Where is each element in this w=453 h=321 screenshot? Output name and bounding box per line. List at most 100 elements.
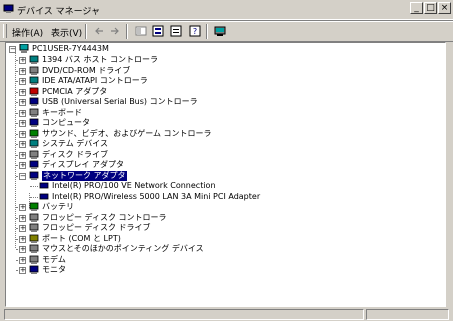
network-adapter-item[interactable]: Intel(R) PRO/100 VE Network Connection [6, 181, 436, 191]
tree-item[interactable]: − ネットワーク アダプタ [6, 170, 436, 181]
tree-item[interactable]: + IDE ATA/ATAPI コントローラ [6, 76, 436, 86]
device-tree[interactable]: − PC1USER-7Y4443M +1394 バス ホスト コントローラ + DV… [5, 42, 446, 307]
svg-text:?: ? [193, 27, 197, 36]
help-icon[interactable]: ? [189, 25, 201, 37]
expand-toggle[interactable]: + [19, 162, 26, 169]
expand-toggle[interactable]: + [19, 204, 26, 211]
expand-toggle[interactable]: + [19, 141, 26, 148]
expand-toggle[interactable]: + [19, 88, 26, 96]
tree-item[interactable]: + ディスク ドライブ [6, 150, 436, 160]
ieee1394-icon [29, 55, 39, 64]
menu-action[interactable]: 操作(A) [12, 26, 43, 39]
menu-view[interactable]: 表示(V) [51, 26, 82, 39]
tree-item[interactable]: + ポート (COM と LPT) [6, 234, 436, 244]
tree-item-label: モニタ [42, 265, 66, 274]
expand-toggle[interactable]: + [19, 57, 26, 64]
details-icon[interactable] [152, 25, 164, 37]
tree-item[interactable]: + DVD/CD-ROM ドライブ [6, 66, 436, 76]
network-adapter-icon [29, 171, 39, 180]
expand-toggle[interactable]: + [19, 130, 26, 138]
collapse-toggle[interactable]: − [19, 172, 26, 180]
scan-icon[interactable] [214, 25, 226, 37]
sound-icon [29, 129, 39, 138]
tree-item[interactable]: + ディスプレイ アダプタ [6, 160, 436, 170]
tree-item-label: DVD/CD-ROM ドライブ [42, 65, 131, 75]
floppy-controller-icon [29, 213, 39, 222]
tree-item-label: サウンド、ビデオ、およびゲーム コントローラ [42, 128, 212, 138]
keyboard-icon [29, 108, 39, 117]
tree-item[interactable]: + USB (Universal Serial Bus) コントローラ [6, 97, 436, 107]
tree-item-label: IDE ATA/ATAPI コントローラ [42, 76, 148, 85]
tree-item-label: PCMCIA アダプタ [42, 86, 108, 96]
computer-icon [29, 118, 39, 127]
close-button[interactable]: × [438, 2, 451, 14]
back-icon[interactable] [93, 25, 105, 37]
tree-item[interactable]: + マウスとそのほかのポインティング デバイス [6, 244, 436, 254]
tree-item[interactable]: + システム デバイス [6, 139, 436, 149]
floppy-drive-icon [29, 223, 39, 232]
tree-item[interactable]: + キーボード [6, 108, 436, 118]
network-card-icon [39, 193, 49, 199]
tree-item[interactable]: + コンピュータ [6, 118, 436, 128]
forward-icon[interactable] [109, 25, 121, 37]
expand-toggle[interactable]: + [19, 99, 26, 106]
tree-item[interactable]: + PCMCIA アダプタ [6, 87, 436, 97]
expand-toggle[interactable]: + [19, 78, 26, 85]
expand-toggle[interactable]: + [19, 151, 26, 159]
tree-item-label: キーボード [42, 107, 82, 117]
tree-item-label: コンピュータ [42, 118, 90, 127]
expand-toggle[interactable]: + [19, 225, 26, 232]
device-manager-icon [3, 4, 14, 13]
tree-item-label: マウスとそのほかのポインティング デバイス [42, 244, 204, 253]
tree-root-label: PC1USER-7Y4443M [32, 44, 109, 53]
tree-line [30, 196, 38, 198]
tree-root[interactable]: − PC1USER-7Y4443M [6, 44, 436, 54]
tree-item-label: フロッピー ディスク コントローラ [42, 212, 167, 222]
tree-item[interactable]: + モニタ [6, 265, 436, 275]
expand-toggle[interactable]: + [19, 120, 26, 127]
tree-item[interactable]: +1394 バス ホスト コントローラ [6, 55, 436, 65]
tree-item-label: USB (Universal Serial Bus) コントローラ [42, 97, 198, 106]
expand-toggle[interactable]: + [19, 235, 26, 243]
collapse-toggle[interactable]: − [9, 46, 16, 53]
display-adapter-icon [29, 160, 39, 169]
minimize-button[interactable]: _ [410, 2, 423, 14]
expand-toggle[interactable]: + [19, 246, 26, 253]
properties-icon[interactable] [170, 25, 182, 37]
expand-toggle[interactable]: + [19, 109, 26, 117]
toolbar-grip[interactable] [3, 24, 7, 38]
expand-toggle[interactable]: + [19, 214, 26, 222]
tree-item[interactable]: + フロッピー ディスク コントローラ [6, 213, 436, 223]
tree-item[interactable]: + モデム [6, 255, 436, 265]
pcmcia-icon [29, 87, 39, 96]
tree-line [30, 186, 38, 187]
tree-item-label: モデム [42, 254, 66, 264]
status-pane [366, 309, 449, 320]
dvd-drive-icon [29, 66, 39, 75]
system-device-icon [29, 139, 39, 148]
toolbar-separator [206, 24, 208, 39]
tree-item[interactable]: + フロッピー ディスク ドライブ [6, 223, 436, 233]
disk-drive-icon [29, 150, 39, 159]
battery-icon [29, 202, 39, 211]
port-icon [29, 234, 39, 243]
tree-item-label: バッテリ [42, 202, 74, 211]
tree-item[interactable]: + バッテリ [6, 202, 436, 212]
maximize-button[interactable]: □ [424, 2, 437, 14]
mouse-icon [29, 244, 39, 253]
network-adapter-label: Intel(R) PRO/Wireless 5000 LAN 3A Mini P… [52, 191, 261, 201]
expand-toggle[interactable]: + [19, 256, 26, 264]
tree-item-label: ディスク ドライブ [42, 149, 108, 159]
tree-item[interactable]: + サウンド、ビデオ、およびゲーム コントローラ [6, 129, 436, 139]
window-title: デバイス マネージャ [17, 7, 100, 17]
monitor-icon [29, 265, 39, 274]
tree-view-icon[interactable] [135, 25, 147, 37]
modem-icon [29, 255, 39, 264]
network-adapter-item[interactable]: Intel(R) PRO/Wireless 5000 LAN 3A Mini P… [6, 192, 436, 202]
computer-icon [19, 44, 29, 53]
title-bar: デバイス マネージャ _ □ × [0, 0, 453, 20]
tree-item-label: 1394 バス ホスト コントローラ [42, 55, 158, 64]
expand-toggle[interactable]: + [19, 67, 26, 75]
expand-toggle[interactable]: + [19, 267, 26, 274]
status-pane [4, 309, 364, 320]
